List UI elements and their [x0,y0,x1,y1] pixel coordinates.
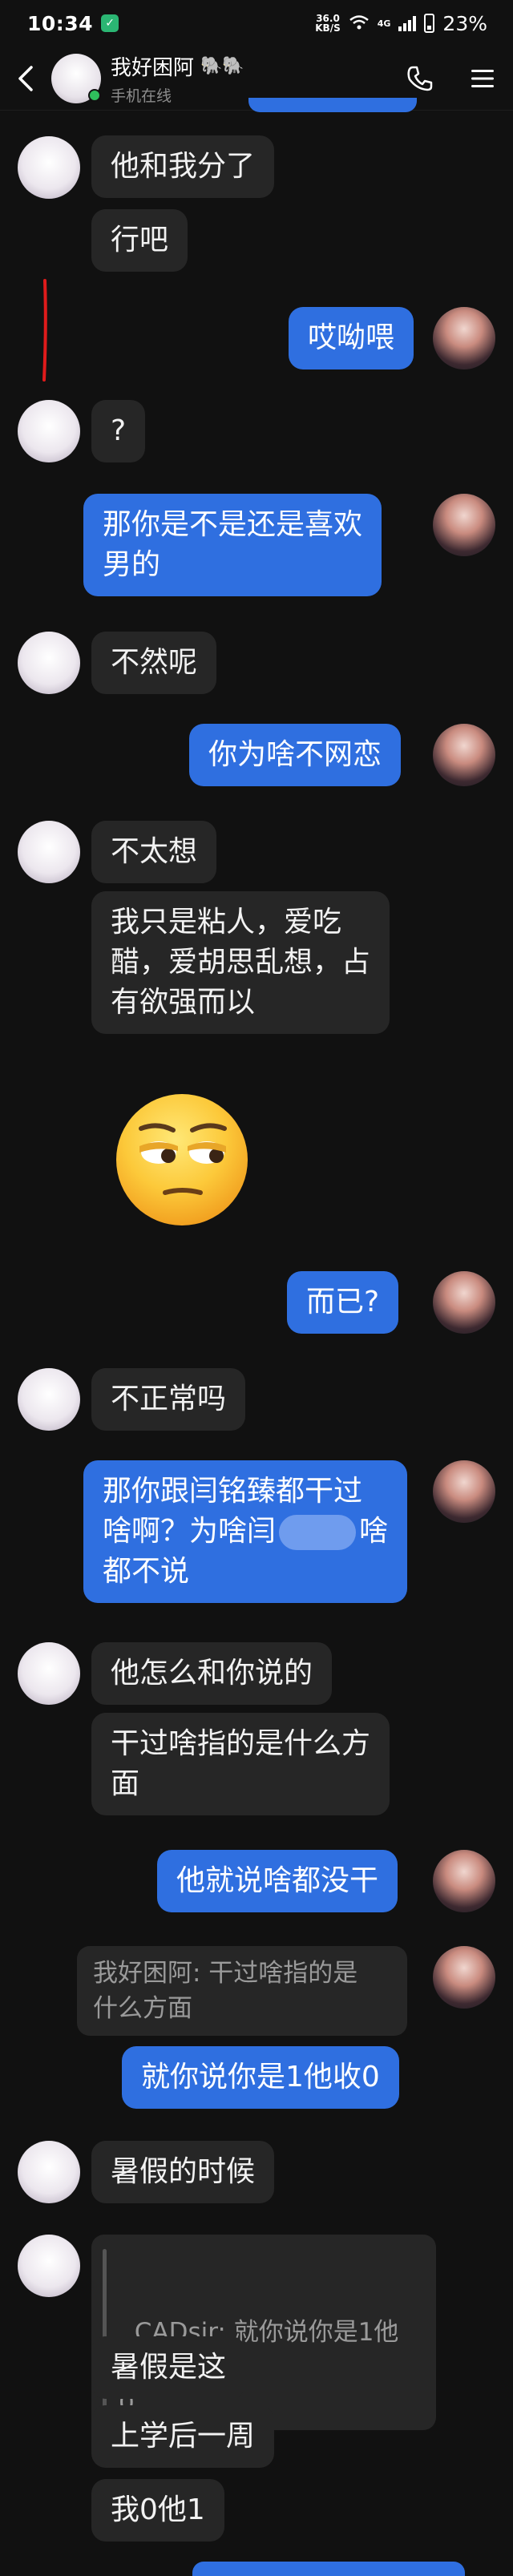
partial-message-bubble [248,98,417,112]
self-avatar[interactable] [433,724,495,786]
message-bubble-in[interactable]: 干过啥指的是什么方 面 [91,1713,390,1815]
contact-avatar-small[interactable] [18,400,80,462]
message-bubble-out[interactable]: 哎呦喂 [289,307,414,369]
self-avatar[interactable] [433,1460,495,1523]
network-type: 4G [377,18,391,29]
contact-avatar[interactable] [51,53,101,103]
signal-icon [398,15,417,31]
message-bubble-out[interactable]: 你为啥不网恋 [189,724,402,786]
self-avatar[interactable] [433,1271,495,1334]
message-bubble-in[interactable]: 不正常吗 [91,1368,246,1431]
message-bubble-in[interactable]: ? [91,400,146,462]
red-annotation-mark [42,279,47,382]
phone-call-icon[interactable] [402,61,438,96]
wifi-icon [349,12,370,35]
contact-avatar-small[interactable] [18,1368,80,1431]
message-bubble-in[interactable]: 他和我分了 [91,135,275,198]
blurred-name [279,1515,357,1550]
battery-icon [424,14,435,33]
contact-avatar-small[interactable] [18,2141,80,2203]
message-bubble-in[interactable]: 我0他1 [91,2479,224,2542]
message-bubble-in[interactable]: 行吧 [91,209,188,272]
status-bar: 10:34 ✓ 36.0 KB/S 4G 23% [0,0,513,46]
message-bubble-in[interactable]: 暑假是这 [91,2336,246,2399]
message-bubble-in[interactable]: 暑假的时候 [91,2141,275,2203]
self-avatar[interactable] [433,307,495,369]
message-bubble-in[interactable]: 他怎么和你说的 [91,1642,333,1705]
contact-name-emoji: 🐘🐘 [200,55,244,76]
contact-avatar-small[interactable] [18,136,80,199]
self-avatar[interactable] [433,494,495,556]
contact-avatar-small[interactable] [18,1642,80,1705]
network-speed-unit: KB/S [315,22,341,34]
message-bubble-in[interactable]: 不太想 [91,821,217,883]
battery-percent: 23% [442,11,487,35]
online-status-dot [88,88,101,102]
contact-online-status: 手机在线 [111,87,172,105]
message-bubble-in[interactable]: 上学后一周 [91,2405,275,2468]
message-bubble-out[interactable]: 那你跟闫铭臻都干过 啥啊？为啥闫啥 都不说 [83,1460,408,1603]
back-arrow-icon[interactable] [8,61,43,96]
message-bubble-out[interactable]: 他就说啥都没干 [157,1850,398,1912]
status-indicators: 36.0 KB/S 4G 23% [315,0,487,46]
contact-name-row: 我好困阿 🐘🐘 [111,51,244,81]
message-bubble-out[interactable]: 就你说你是1他收0 [122,2046,399,2109]
partial-message-bubble [192,2562,465,2576]
status-time: 10:34 [27,11,94,35]
unamused-face-sticker[interactable] [112,1090,252,1229]
menu-icon[interactable] [465,61,500,96]
contact-name: 我好困阿 [111,55,195,80]
quoted-message[interactable]: CADsir: 就你说你是1他收 0 [91,2235,436,2430]
message-bubble-in[interactable]: 我只是粘人，爱吃 醋，爱胡思乱想，占 有欲强而以 [91,891,390,1034]
contact-info[interactable]: 我好困阿 🐘🐘 手机在线 [111,51,244,106]
self-avatar[interactable] [433,1850,495,1912]
network-speed: 36.0 KB/S [315,14,340,33]
contact-avatar-small[interactable] [18,2235,80,2297]
quoted-message[interactable]: 我好困阿: 干过啥指的是 什么方面 [77,1946,407,2036]
message-bubble-in[interactable]: 不然呢 [91,632,217,694]
contact-avatar-small[interactable] [18,632,80,694]
app-notification-icon: ✓ [101,14,119,32]
message-bubble-out[interactable]: 那你是不是还是喜欢 男的 [83,494,382,596]
message-bubble-out[interactable]: 而已? [287,1271,399,1334]
self-avatar[interactable] [433,1946,495,2009]
contact-avatar-small[interactable] [18,821,80,883]
